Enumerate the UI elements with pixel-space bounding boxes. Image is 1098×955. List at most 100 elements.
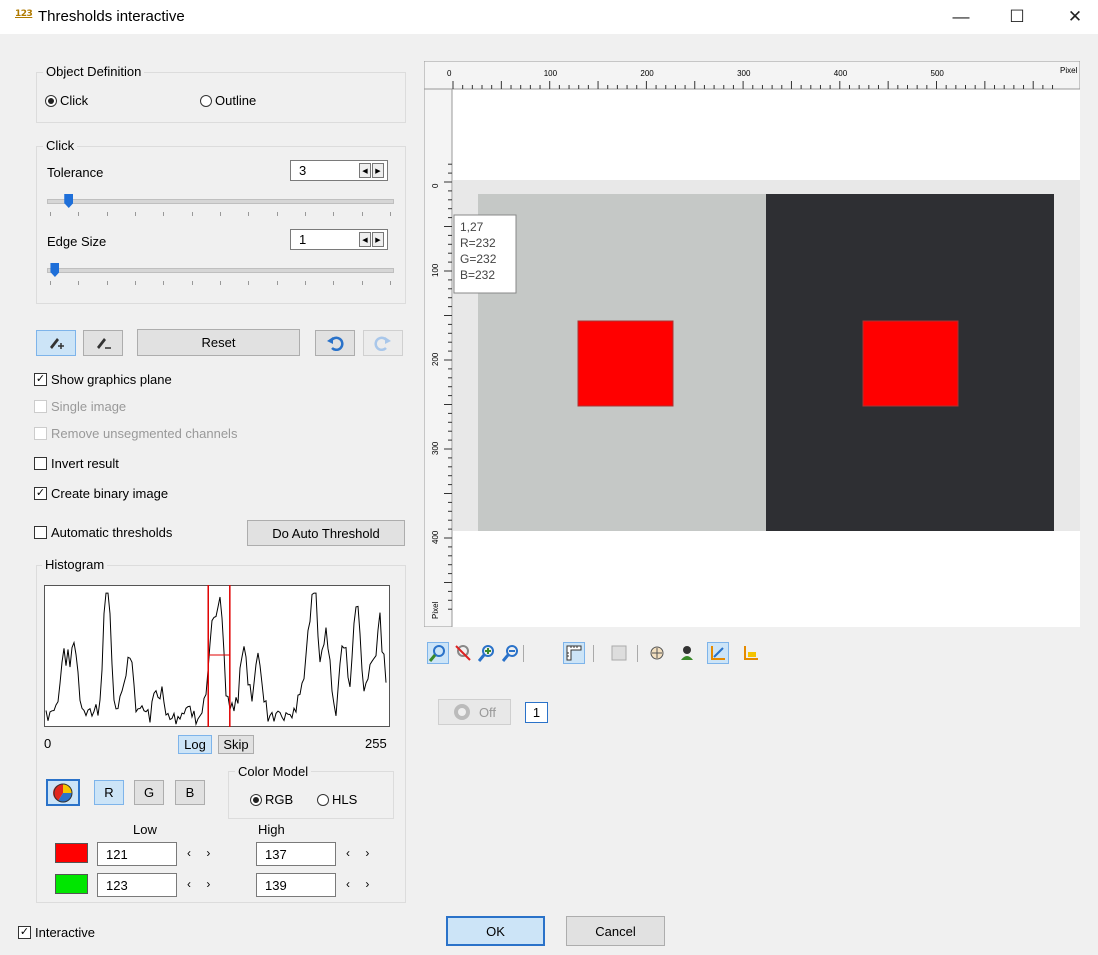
checkbox-label: Create binary image [51, 486, 169, 501]
reset-button[interactable]: Reset [137, 329, 300, 356]
zoom-fit-button[interactable] [427, 642, 449, 664]
chart-button[interactable] [740, 642, 762, 664]
edge-size-ticks [50, 281, 391, 285]
slider-tick [78, 212, 80, 216]
image-viewer[interactable]: 0 100 200 300 400 500 0 100 200 300 400 Pixel Pix… [423, 60, 1081, 628]
slider-tick [106, 281, 108, 285]
pencil-plus-icon [50, 338, 64, 349]
color-wheel-button[interactable] [46, 779, 80, 806]
green-high-arrows[interactable]: ‹ › [346, 877, 375, 891]
crosshair-button[interactable] [646, 642, 668, 664]
histogram-label: Histogram [42, 557, 108, 572]
zoom-in-icon [478, 645, 494, 662]
tolerance-ticks [50, 212, 391, 216]
arrow-right-icon[interactable]: ▶ [372, 163, 384, 178]
hls-radio-label: HLS [332, 792, 358, 807]
checkbox-label: Invert result [51, 456, 119, 471]
hls-radio[interactable]: HLS [317, 792, 357, 807]
checkbox-box [34, 526, 47, 539]
log-button[interactable]: Log [178, 735, 212, 754]
y-ruler-label: 300 [431, 441, 440, 455]
ruler-icon [566, 645, 582, 661]
green-low-input[interactable]: 123 [97, 873, 177, 897]
remove-region-button[interactable] [83, 330, 123, 356]
click-radio[interactable]: Click [45, 93, 88, 108]
green-low-arrows[interactable]: ‹ › [187, 877, 216, 891]
ok-button[interactable]: OK [446, 916, 545, 946]
red-high-arrows[interactable]: ‹ › [346, 846, 375, 860]
playback-toggle-button[interactable]: Off [438, 699, 511, 725]
checkbox-box [34, 427, 47, 440]
zoom-off-button[interactable] [452, 642, 474, 664]
channel-b-button[interactable]: B [175, 780, 205, 805]
edge-size-slider-track[interactable] [47, 268, 394, 273]
slider-tick [220, 281, 221, 285]
add-region-button[interactable] [36, 330, 76, 356]
y-ruler-label: 200 [431, 352, 440, 366]
single-image-checkbox[interactable]: Single image [34, 399, 126, 414]
tooltip-red: R=232 [460, 236, 496, 250]
edge-size-label: Edge Size [47, 234, 107, 249]
zoom-in-button[interactable] [476, 642, 498, 664]
maximize-button[interactable]: ☐ [994, 0, 1040, 34]
show-graphics-plane-checkbox[interactable]: ✓ Show graphics plane [34, 372, 172, 387]
slider-tick [163, 212, 165, 216]
channel-r-button[interactable]: R [94, 780, 124, 805]
remove-unsegmented-checkbox[interactable]: Remove unsegmented channels [34, 426, 237, 441]
axis-button[interactable] [707, 642, 729, 664]
slider-tick [248, 281, 250, 285]
zoom-out-button[interactable] [500, 642, 522, 664]
zoom-off-icon [455, 645, 471, 661]
x-ruler-label: 400 [834, 69, 848, 78]
checkmark-icon: ✓ [34, 487, 47, 500]
undo-button[interactable] [315, 330, 355, 356]
histogram-max-label: 255 [365, 736, 387, 751]
toolbar-separator [523, 645, 524, 662]
outline-radio[interactable]: Outline [200, 93, 256, 108]
interactive-checkbox[interactable]: ✓ Interactive [18, 925, 95, 940]
histogram-chart[interactable] [44, 585, 390, 727]
skip-button[interactable]: Skip [218, 735, 254, 754]
ruler-button[interactable] [563, 642, 585, 664]
checkmark-icon: ✓ [18, 926, 31, 939]
minimize-button[interactable]: — [938, 0, 984, 34]
tolerance-spinner[interactable]: 3 ◀ ▶ [290, 160, 388, 181]
frame-number-field[interactable]: 1 [525, 702, 548, 723]
arrow-right-icon[interactable]: ▶ [372, 232, 384, 247]
edge-size-spinner[interactable]: 1 ◀ ▶ [290, 229, 388, 250]
rgb-radio[interactable]: RGB [250, 792, 293, 807]
arrow-left-icon[interactable]: ◀ [359, 163, 371, 178]
low-column-label: Low [133, 822, 157, 837]
cancel-button[interactable]: Cancel [566, 916, 665, 946]
red-high-input[interactable]: 137 [256, 842, 336, 866]
green-high-input[interactable]: 139 [256, 873, 336, 897]
automatic-thresholds-checkbox[interactable]: Automatic thresholds [34, 525, 172, 540]
slider-tick [50, 212, 51, 216]
slider-tick [361, 281, 363, 285]
radio-indicator [45, 94, 57, 107]
x-ruler-unit: Pixel [1060, 66, 1078, 75]
spin-arrows[interactable]: ◀ ▶ [359, 232, 384, 247]
arrow-left-icon[interactable]: ◀ [359, 232, 371, 247]
tolerance-slider-track[interactable] [47, 199, 394, 204]
frame-button[interactable] [608, 642, 630, 664]
slider-tick [305, 212, 306, 216]
create-binary-image-checkbox[interactable]: ✓ Create binary image [34, 486, 168, 501]
do-auto-threshold-button[interactable]: Do Auto Threshold [247, 520, 405, 546]
red-square-left [577, 320, 674, 407]
spin-arrows[interactable]: ◀ ▶ [359, 163, 384, 178]
high-column-label: High [258, 822, 285, 837]
palette-button[interactable] [676, 642, 698, 664]
red-low-arrows[interactable]: ‹ › [187, 846, 216, 860]
redo-button[interactable] [363, 330, 403, 356]
close-button[interactable]: ✕ [1052, 0, 1098, 34]
channel-g-button[interactable]: G [134, 780, 164, 805]
power-icon [453, 704, 470, 720]
invert-result-checkbox[interactable]: Invert result [34, 456, 119, 471]
red-low-input[interactable]: 121 [97, 842, 177, 866]
slider-tick [276, 281, 278, 285]
zoom-fit-icon [429, 645, 445, 662]
redo-icon [374, 336, 391, 351]
viewer-canvas[interactable]: 0 100 200 300 400 500 0 100 200 300 400 Pixel Pix… [423, 60, 1081, 628]
toolbar-separator [637, 645, 638, 662]
